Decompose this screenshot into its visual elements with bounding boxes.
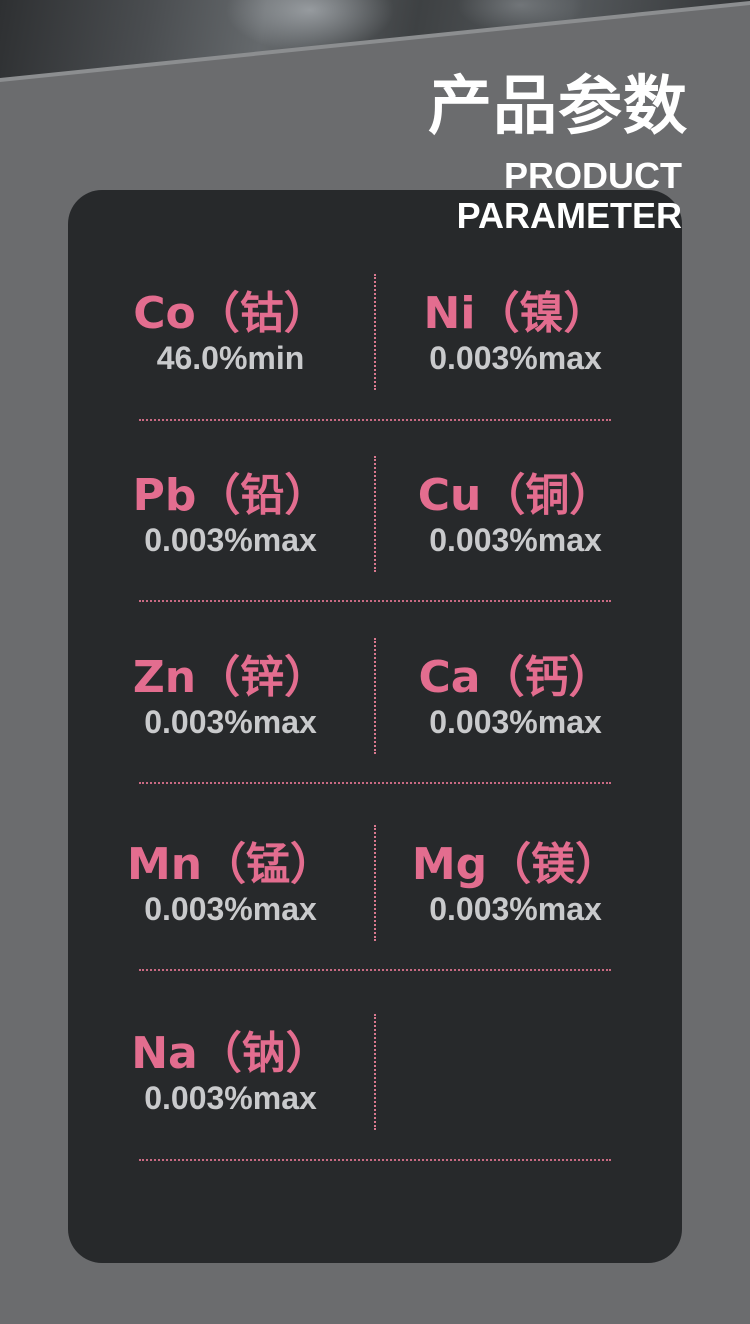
element-value: 0.003%max [429,704,602,740]
parameter-cell-ca: Ca（钙） 0.003%max [373,554,658,740]
element-name: Na（钠） [131,1028,330,1079]
element-value: 0.003%max [429,522,602,558]
parameter-cell-zn: Zn（锌） 0.003%max [88,554,373,740]
element-name: Zn（锌） [132,652,329,703]
element-name: Pb（铅） [132,470,329,521]
element-name: Mn（锰） [126,839,335,890]
element-value: 0.003%max [144,704,317,740]
element-name: Co（钴） [133,288,328,339]
horizontal-divider [139,1159,611,1161]
element-name: Cu（铜） [417,470,614,521]
parameter-cell-mn: Mn（锰） 0.003%max [88,741,373,927]
element-value: 0.003%max [429,340,602,376]
element-value: 0.003%max [144,891,317,927]
parameter-cell-co: Co（钴） 46.0%min [88,190,373,376]
page: 产品参数 PRODUCT PARAMETER Co（钴） 46.0%min Ni… [0,0,750,1324]
element-value: 0.003%max [429,891,602,927]
parameter-card: Co（钴） 46.0%min Ni（镍） 0.003%max Pb（铅） 0.0… [68,190,682,1263]
element-name: Ni（镍） [423,288,608,339]
parameter-cell-mg: Mg（镁） 0.003%max [373,741,658,927]
element-name: Ca（钙） [418,652,613,703]
element-name: Mg（镁） [411,839,620,890]
page-title-cn: 产品参数 [428,70,688,144]
parameter-row: Zn（锌） 0.003%max Ca（钙） 0.003%max [68,554,682,754]
title-en-line2: PARAMETER [456,195,682,236]
element-value: 0.003%max [144,522,317,558]
element-value: 46.0%min [156,340,305,376]
parameter-cell-pb: Pb（铅） 0.003%max [88,372,373,558]
parameter-row: Na（钠） 0.003%max [68,930,682,1130]
parameter-cell-cu: Cu（铜） 0.003%max [373,372,658,558]
page-title-en: PRODUCT PARAMETER [457,156,682,236]
parameter-row: Mn（锰） 0.003%max Mg（镁） 0.003%max [68,741,682,941]
vertical-divider [374,1014,376,1130]
parameter-row: Pb（铅） 0.003%max Cu（铜） 0.003%max [68,372,682,572]
title-en-line1: PRODUCT [504,155,682,196]
parameter-cell-na: Na（钠） 0.003%max [88,930,373,1116]
element-value: 0.003%max [144,1080,317,1116]
